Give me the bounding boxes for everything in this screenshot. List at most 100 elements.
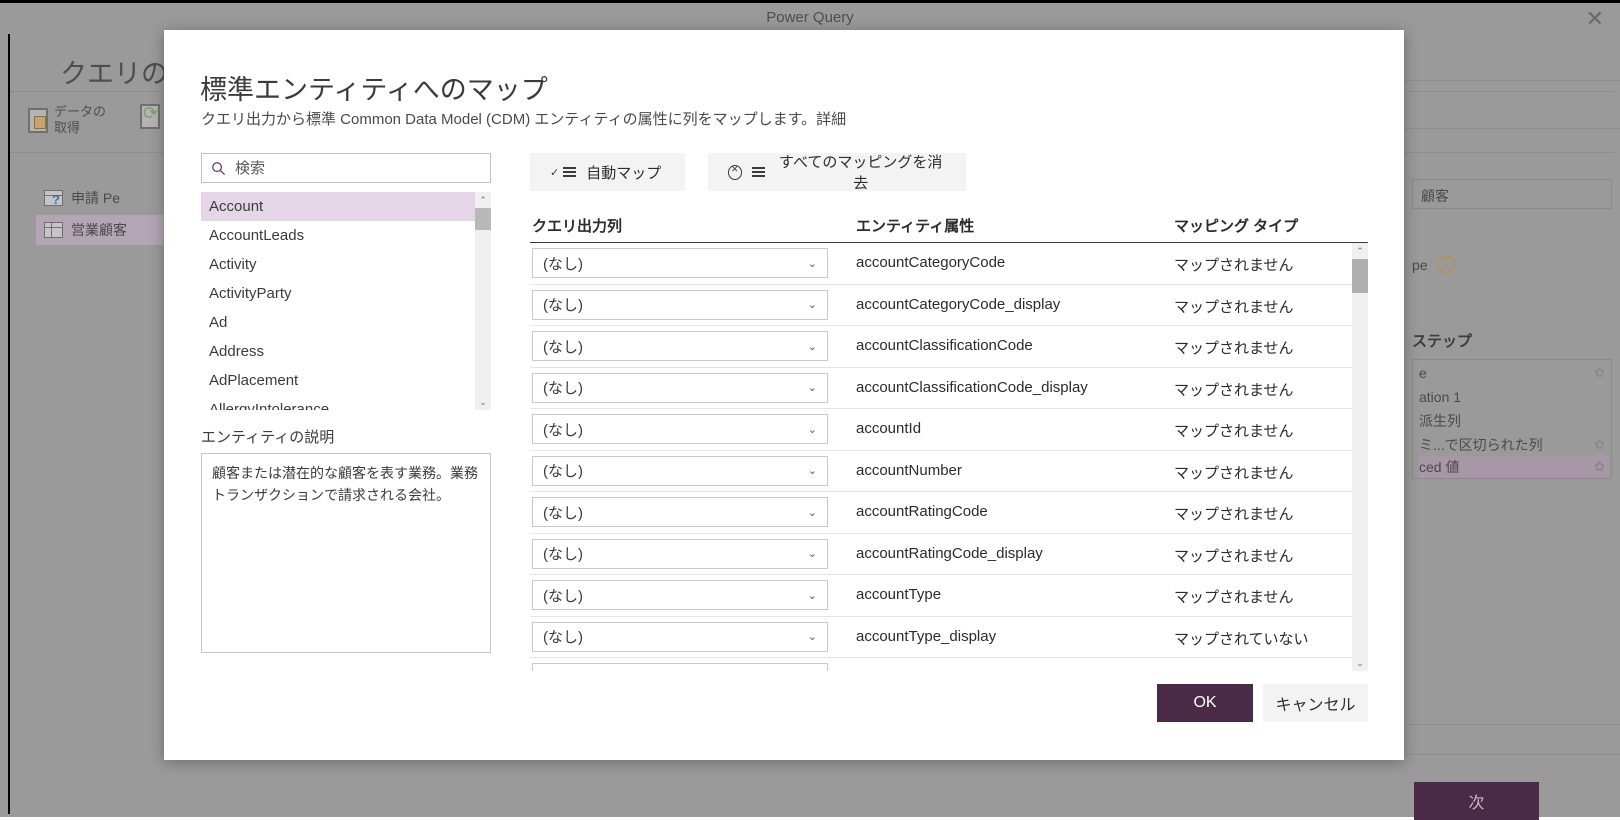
table-row: (なし) ⌄ accountType マップされません [530, 575, 1368, 617]
mapping-toolbar: ✓ 自動マップ すべてのマッピングを消去 [530, 153, 1370, 191]
mapping-table-body[interactable]: (なし) ⌄ accountCategoryCode マップされません (なし)… [530, 243, 1368, 671]
query-list-item-1-label: 営業顧客 [71, 220, 127, 240]
gear-icon[interactable]: ✿ [1594, 437, 1609, 453]
entity-list-item-0[interactable]: Account [201, 192, 491, 221]
applied-step-2[interactable]: 派生列 [1419, 410, 1609, 432]
clear-all-label: すべてのマッピングを消去 [775, 151, 946, 193]
dropdown-value: (なし) [543, 585, 583, 606]
scrollbar-thumb[interactable] [1352, 259, 1368, 293]
query-column-dropdown[interactable]: (なし) ⌄ [532, 248, 828, 278]
table-row: (なし) ⌄ address1AddressId マップされていない [530, 658, 1368, 671]
scrollbar-thumb[interactable] [475, 208, 491, 230]
chevron-down-icon: ⌄ [808, 298, 817, 311]
query-list-item-0[interactable]: 申請 Pe [36, 183, 128, 213]
query-column-dropdown[interactable]: (なし) ⌄ [532, 497, 828, 527]
entity-list-item-1[interactable]: AccountLeads [201, 221, 491, 250]
table-row: (なし) ⌄ accountCategoryCode マップされません [530, 243, 1368, 285]
query-column-dropdown[interactable]: (なし) ⌄ [532, 456, 828, 486]
cancel-button[interactable]: キャンセル [1263, 684, 1368, 722]
chevron-down-icon: ⌄ [808, 506, 817, 519]
query-column-dropdown[interactable]: (なし) ⌄ [532, 290, 828, 320]
refresh-icon [140, 104, 160, 129]
query-column-dropdown[interactable]: (なし) ⌄ [532, 622, 828, 652]
query-column-dropdown[interactable]: (なし) ⌄ [532, 414, 828, 444]
list-lines-icon [752, 167, 765, 177]
dropdown-value: (なし) [543, 377, 583, 398]
entity-list-item-3[interactable]: ActivityParty [201, 279, 491, 308]
mapping-type-value: マップされません [1174, 420, 1294, 441]
chevron-down-icon: ⌄ [808, 589, 817, 602]
panel-divider-2 [1404, 128, 1620, 129]
refresh-button[interactable] [140, 104, 160, 129]
header-entity-attribute: エンティティ属性 [856, 215, 974, 236]
entity-list-item-4[interactable]: Ad [201, 308, 491, 337]
dropdown-value: (なし) [543, 460, 583, 481]
header-mapping-type: マッピング タイプ [1174, 215, 1298, 236]
map-to-standard-entity-dialog: 標準エンティティへのマップ クエリ出力から標準 Common Data Mode… [164, 30, 1404, 760]
scroll-down-icon[interactable]: ⌄ [1352, 655, 1368, 671]
dialog-subtitle: クエリ出力から標準 Common Data Model (CDM) エンティティ… [201, 108, 846, 129]
close-icon[interactable]: ✕ [1586, 7, 1604, 31]
query-type-label: pe [1412, 257, 1428, 273]
table-row: (なし) ⌄ accountCategoryCode_display マップされ… [530, 285, 1368, 327]
entity-description-text: 顧客または潜在的な顧客を表す業務。業務トランザクションで請求される会社。 [201, 453, 491, 653]
query-name-field[interactable]: 顧客 [1412, 179, 1612, 209]
chevron-down-icon: ⌄ [808, 464, 817, 477]
applied-step-4[interactable]: ced 値 ✿ [1419, 456, 1609, 478]
entity-list-item-2[interactable]: Activity [201, 250, 491, 279]
entity-list-item-6[interactable]: AdPlacement [201, 366, 491, 395]
search-input[interactable] [233, 159, 473, 178]
info-icon[interactable]: i [1438, 256, 1455, 273]
entity-picker-column: Account AccountLeads Activity ActivityPa… [201, 153, 491, 653]
gear-icon[interactable]: ✿ [1594, 365, 1609, 381]
auto-map-label: 自動マップ [586, 162, 661, 183]
next-button[interactable]: 次 [1414, 782, 1539, 820]
scroll-up-icon[interactable]: ⌃ [475, 192, 491, 208]
entity-attribute-value: accountRatingCode [856, 503, 988, 520]
applied-step-3[interactable]: ミ...で区切られた列 ✿ [1419, 434, 1609, 456]
table-row: (なし) ⌄ accountNumber マップされません [530, 451, 1368, 493]
entity-attribute-value: accountType [856, 586, 941, 603]
window-titlebar: Power Query ✕ [0, 0, 1620, 34]
scroll-up-icon[interactable]: ⌃ [1352, 243, 1368, 259]
mapping-table-scrollbar[interactable]: ⌃ ⌄ [1352, 243, 1368, 671]
query-column-dropdown[interactable]: (なし) ⌄ [532, 331, 828, 361]
entity-list-item-5[interactable]: Address [201, 337, 491, 366]
entity-attribute-value: accountType_display [856, 628, 996, 645]
clear-all-mappings-button[interactable]: すべてのマッピングを消去 [708, 153, 966, 191]
mapping-table-header: クエリ出力列 エンティティ属性 マッピング タイプ [530, 215, 1368, 243]
panel-divider-3 [1404, 724, 1620, 725]
query-column-dropdown[interactable]: (なし) ⌄ [532, 539, 828, 569]
table-row: (なし) ⌄ accountId マップされません [530, 409, 1368, 451]
applied-steps-title: ステップ [1412, 330, 1472, 351]
query-list-item-0-label: 申請 Pe [71, 188, 120, 208]
entity-attribute-value: accountRatingCode_display [856, 545, 1043, 562]
ok-button[interactable]: OK [1157, 684, 1253, 722]
table-row: (なし) ⌄ accountRatingCode_display マップされませ… [530, 534, 1368, 576]
gear-icon[interactable]: ✿ [1594, 459, 1609, 475]
scroll-down-icon[interactable]: ⌄ [475, 394, 491, 410]
get-data-button[interactable]: データの 取得 [28, 104, 106, 137]
entity-list-item-7[interactable]: AllergyIntolerance [201, 395, 491, 410]
query-settings-panel: 顧客 pe i ステップ e ✿ ation 1 派生列 ミ...で区切られた列… [1404, 34, 1620, 814]
applied-steps-list: e ✿ ation 1 派生列 ミ...で区切られた列 ✿ ced 値 ✿ [1412, 359, 1612, 479]
dropdown-value: (なし) [543, 543, 583, 564]
auto-map-button[interactable]: ✓ 自動マップ [530, 153, 685, 191]
dropdown-value: (なし) [543, 294, 583, 315]
entity-list-scrollbar[interactable]: ⌃ ⌄ [475, 192, 491, 410]
applied-step-1[interactable]: ation 1 [1419, 386, 1609, 408]
query-column-dropdown[interactable]: (なし) ⌄ [532, 663, 828, 671]
query-column-dropdown[interactable]: (なし) ⌄ [532, 580, 828, 610]
entity-list[interactable]: Account AccountLeads Activity ActivityPa… [201, 192, 491, 410]
applied-step-3-label: ミ...で区切られた列 [1419, 435, 1543, 455]
search-box[interactable] [201, 153, 491, 183]
entity-description-label: エンティティの説明 [201, 426, 491, 447]
query-type-row: pe i [1412, 256, 1455, 273]
mapping-type-value: マップされていない [1174, 669, 1309, 671]
applied-step-0[interactable]: e ✿ [1419, 362, 1609, 384]
table-row: (なし) ⌄ accountRatingCode マップされません [530, 492, 1368, 534]
mapping-type-value: マップされません [1174, 337, 1294, 358]
clear-circle-icon [728, 165, 742, 180]
get-data-label: データの 取得 [54, 104, 106, 137]
query-column-dropdown[interactable]: (なし) ⌄ [532, 373, 828, 403]
